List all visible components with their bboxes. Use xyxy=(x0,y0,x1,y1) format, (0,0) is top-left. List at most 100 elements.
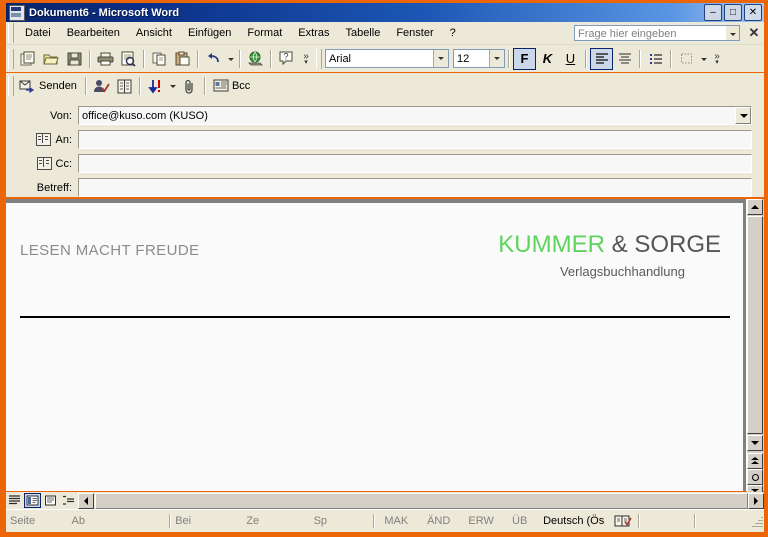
close-button[interactable]: ✕ xyxy=(744,4,762,21)
bcc-button[interactable]: Bcc xyxy=(209,75,254,97)
horizontal-scroll-track[interactable] xyxy=(95,492,748,509)
undo-dropdown-arrow[interactable] xyxy=(225,48,236,70)
mail-toolbar-grip[interactable] xyxy=(8,76,14,96)
chevron-down-icon[interactable] xyxy=(489,50,504,67)
underline-button[interactable]: U xyxy=(559,48,582,70)
address-book-icon[interactable] xyxy=(36,133,52,146)
brand-name-green: KUMMER xyxy=(498,231,605,258)
spellcheck-book-icon[interactable] xyxy=(614,514,632,528)
formatting-toolbar-grip[interactable] xyxy=(316,48,322,69)
chevron-down-icon[interactable] xyxy=(726,25,740,41)
double-up-icon-2 xyxy=(751,461,759,464)
letterhead-brand: KUMMER & SORGE xyxy=(498,231,721,259)
address-book-icon[interactable] xyxy=(36,157,52,170)
paste-icon[interactable] xyxy=(171,48,194,70)
normal-view-icon xyxy=(9,495,20,505)
ask-a-question-box: Frage hier eingeben xyxy=(574,25,740,41)
bcc-card-icon xyxy=(213,79,229,92)
previous-page-button[interactable] xyxy=(747,453,763,469)
subject-field-row: Betreff: xyxy=(6,178,764,197)
select-browse-object-button[interactable] xyxy=(747,469,763,485)
status-erw[interactable]: ERW xyxy=(460,515,502,527)
bold-button[interactable]: F xyxy=(513,47,536,70)
resize-grip[interactable] xyxy=(750,514,764,528)
view-normal-button[interactable] xyxy=(6,493,23,508)
menu-einfuegen[interactable]: Einfügen xyxy=(180,25,239,41)
view-outline-button[interactable] xyxy=(60,493,77,508)
subject-field[interactable] xyxy=(78,178,752,197)
status-language[interactable]: Deutsch (Ös xyxy=(537,515,608,527)
insert-hyperlink-icon[interactable] xyxy=(244,48,267,70)
maximize-button[interactable]: □ xyxy=(724,4,742,21)
align-left-button[interactable] xyxy=(590,47,613,70)
undo-icon[interactable] xyxy=(202,48,225,70)
bullets-button[interactable] xyxy=(644,48,667,70)
menu-extras[interactable]: Extras xyxy=(290,25,337,41)
from-dropdown-arrow[interactable] xyxy=(735,107,751,124)
help-icon[interactable]: ? xyxy=(275,48,298,70)
view-printlayout-button[interactable] xyxy=(42,493,59,508)
status-mak[interactable]: MAK xyxy=(375,515,417,527)
hscroll-left-button[interactable] xyxy=(78,492,94,509)
view-weblayout-button[interactable] xyxy=(24,493,41,508)
menubar-grip[interactable] xyxy=(8,23,14,43)
priority-dropdown-arrow[interactable] xyxy=(167,75,178,97)
attach-paperclip-icon[interactable] xyxy=(178,75,201,97)
toolbar-grip[interactable] xyxy=(8,48,14,69)
to-field-label-group[interactable]: An: xyxy=(6,133,78,146)
align-center-button[interactable] xyxy=(613,48,636,70)
menu-bearbeiten[interactable]: Bearbeiten xyxy=(59,25,128,41)
document-page[interactable]: LESEN MACHT FREUDE KUMMER & SORGE Verlag… xyxy=(6,203,743,491)
scroll-down-button[interactable] xyxy=(747,435,763,451)
send-button-label: Senden xyxy=(39,80,77,92)
cc-field-row: Cc: xyxy=(6,154,764,173)
status-ueb[interactable]: ÜB xyxy=(502,515,537,527)
cc-field[interactable] xyxy=(78,154,752,173)
vertical-scrollbar[interactable] xyxy=(746,199,764,501)
menu-ansicht[interactable]: Ansicht xyxy=(128,25,180,41)
status-aend[interactable]: ÄND xyxy=(417,515,459,527)
from-field[interactable]: office@kuso.com (KUSO) xyxy=(78,106,752,125)
save-disk-icon[interactable] xyxy=(63,48,86,70)
menu-tabelle[interactable]: Tabelle xyxy=(337,25,388,41)
address-book-icon[interactable] xyxy=(113,75,136,97)
send-envelope-icon xyxy=(19,80,35,93)
close-document-button[interactable]: ✕ xyxy=(746,25,762,41)
menu-hilfe[interactable]: ? xyxy=(442,25,464,41)
toolbar-separator xyxy=(84,77,87,95)
toolbar-overflow-button[interactable]: » ▾ xyxy=(298,48,314,70)
web-layout-icon xyxy=(26,495,39,506)
italic-button[interactable]: K xyxy=(536,48,559,70)
new-document-icon[interactable] xyxy=(17,48,40,70)
minimize-button[interactable]: – xyxy=(704,4,722,21)
scroll-up-button[interactable] xyxy=(747,199,763,215)
vertical-scroll-thumb[interactable] xyxy=(747,216,763,434)
to-field[interactable] xyxy=(78,130,752,149)
menu-fenster[interactable]: Fenster xyxy=(388,25,441,41)
priority-icon[interactable] xyxy=(144,75,167,97)
cc-field-label-group[interactable]: Cc: xyxy=(6,157,78,170)
check-names-icon[interactable] xyxy=(90,75,113,97)
formatting-overflow-button[interactable]: » ▾ xyxy=(709,48,725,70)
print-preview-icon[interactable] xyxy=(117,48,140,70)
font-name-combo[interactable]: Arial xyxy=(325,49,449,68)
send-button[interactable]: Senden xyxy=(17,75,82,97)
bcc-button-label: Bcc xyxy=(231,80,251,92)
cc-field-label: Cc: xyxy=(55,157,73,170)
triangle-up-icon xyxy=(751,205,759,209)
copy-icon[interactable] xyxy=(148,48,171,70)
mail-toolbar: Senden Bcc xyxy=(6,73,764,100)
letterhead-divider xyxy=(20,316,730,318)
toolbar-separator xyxy=(670,49,672,68)
borders-dropdown-arrow[interactable] xyxy=(698,48,709,70)
print-icon[interactable] xyxy=(94,48,117,70)
borders-button[interactable] xyxy=(675,48,698,70)
ask-a-question-input[interactable]: Frage hier eingeben xyxy=(574,25,726,41)
hscroll-right-button[interactable] xyxy=(748,492,764,509)
open-folder-icon[interactable] xyxy=(40,48,63,70)
menu-format[interactable]: Format xyxy=(239,25,290,41)
chevron-down-icon[interactable] xyxy=(433,50,448,67)
toolbar-separator xyxy=(143,49,145,68)
font-size-combo[interactable]: 12 xyxy=(453,49,505,68)
menu-datei[interactable]: Datei xyxy=(17,25,59,41)
